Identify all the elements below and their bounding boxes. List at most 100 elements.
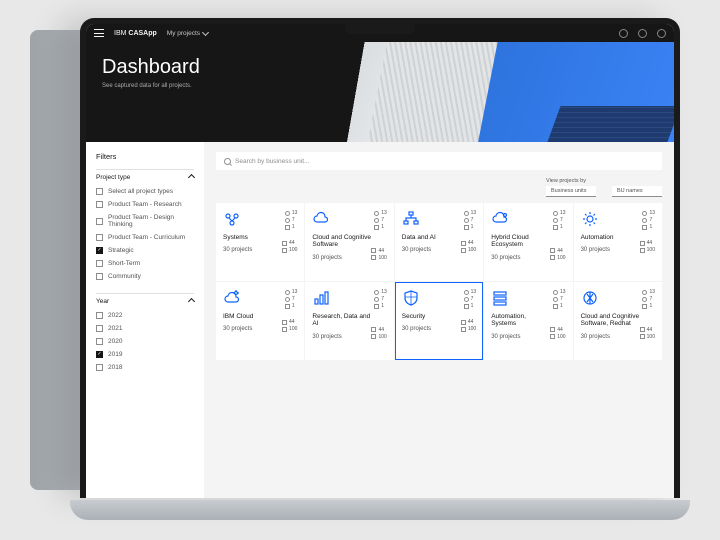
project-card[interactable]: 1371Cloud and Cognitive Software30 proje… [305, 203, 393, 281]
circle-icon [581, 289, 599, 307]
view-by-select[interactable]: Business units [546, 186, 596, 197]
filter-group-year: Year 2022 202120202019 2018 [96, 293, 194, 374]
page-title: Dashboard [102, 56, 658, 79]
project-card[interactable]: 1371 Automation 30 projects 44100 [574, 203, 662, 281]
my-projects-link[interactable]: My projects [167, 30, 208, 37]
checkbox-icon [96, 364, 103, 371]
search-top-icon[interactable] [619, 29, 628, 38]
card-stats-top: 1371 [642, 210, 655, 230]
checkbox-icon [96, 234, 103, 241]
card-stats-top: 1371 [374, 289, 387, 309]
filter-group-project-type: Project type Select all project types Pro… [96, 169, 194, 283]
menu-icon[interactable] [94, 29, 104, 37]
chevron-up-icon [188, 174, 195, 181]
card-project-count: 30 projects [402, 247, 436, 253]
filter-checkbox-item[interactable]: 2018 [96, 361, 194, 374]
user-avatar-icon[interactable] [657, 29, 666, 38]
filter-checkbox-item[interactable]: 2021 [96, 322, 194, 335]
card-title: Hybrid Cloud Ecosystem [491, 234, 550, 249]
card-project-count: 30 projects [491, 334, 550, 340]
project-card[interactable]: 1371Automation, Systems30 projects44100 [484, 282, 572, 360]
filter-group-head-year[interactable]: Year [96, 293, 194, 309]
help-icon[interactable] [638, 29, 647, 38]
filter-label: 2018 [108, 364, 122, 371]
card-project-count: 30 projects [581, 247, 614, 253]
card-stats-bottom: 44100 [371, 327, 386, 340]
card-stats-bottom: 44100 [282, 240, 297, 253]
search-placeholder: Search by business unit... [235, 158, 309, 165]
filter-checkbox-item[interactable]: Product Team - Curriculum [96, 231, 194, 244]
project-card[interactable]: 1371Hybrid Cloud Ecosystem30 projects441… [484, 203, 572, 281]
app-screen: IBM CASApp My projects Dashboard See cap… [86, 24, 674, 498]
checkbox-icon [96, 247, 103, 254]
filter-checkbox-item[interactable]: Short-Term [96, 257, 194, 270]
filter-checkbox-item[interactable]: Product Team - Research [96, 198, 194, 211]
card-stats-top: 1371 [553, 289, 566, 309]
project-card[interactable]: 1371 Data and AI 30 projects 44100 [395, 203, 483, 281]
checkbox-icon [96, 325, 103, 332]
filter-label: Community [108, 273, 141, 280]
hero-building-graphic [368, 42, 498, 142]
project-card[interactable]: 1371Research, Data and AI 30 projects4410… [305, 282, 393, 360]
camera-notch [345, 24, 415, 34]
card-title: Automation [581, 234, 614, 241]
hero-solar-graphic [547, 106, 674, 142]
bars-icon [312, 289, 330, 307]
checkbox-icon [96, 260, 103, 267]
view-by-label: View projects by [546, 178, 596, 184]
filter-checkbox-item[interactable]: Product Team - Design Thinking [96, 211, 194, 231]
tree-icon [402, 210, 420, 228]
laptop-base [70, 500, 690, 520]
checkbox-icon [96, 188, 103, 195]
card-project-count: 30 projects [312, 255, 371, 261]
project-card[interactable]: 1371Security30 projects44100 [395, 282, 483, 360]
chevron-down-icon [202, 28, 209, 35]
filter-label: Product Team - Curriculum [108, 234, 185, 241]
filter-checkbox-item[interactable]: Community [96, 270, 194, 283]
sort-select[interactable]: BU names [612, 186, 662, 197]
card-stats-bottom: 44100 [282, 319, 297, 332]
card-stats-top: 1371 [464, 210, 477, 230]
card-stats-top: 1371 [642, 289, 655, 309]
sun-icon [223, 289, 241, 307]
checkbox-icon [96, 201, 103, 208]
card-title: Data and AI [402, 234, 436, 241]
filter-label: 2022 [108, 312, 122, 319]
filters-title: Filters [96, 152, 194, 161]
checkbox-icon [96, 273, 103, 280]
card-project-count: 30 projects [223, 247, 252, 253]
filter-label: Product Team - Research [108, 201, 182, 208]
project-card[interactable]: 1371 IBM Cloud 30 projects 44100 [216, 282, 304, 360]
filter-checkbox-item[interactable]: 2020 [96, 335, 194, 348]
checkbox-icon [96, 312, 103, 319]
card-project-count: 30 projects [223, 326, 253, 332]
card-title: Automation, Systems [491, 313, 550, 328]
project-card[interactable]: 1371Systems30 projects44100 [216, 203, 304, 281]
brand: IBM CASApp [114, 30, 157, 37]
card-stats-bottom: 44100 [371, 248, 386, 261]
card-stats-top: 1371 [285, 289, 298, 309]
filters-sidebar: Filters Project type Select all project … [86, 142, 204, 498]
filter-checkbox-item[interactable]: 2022 [96, 309, 194, 322]
chevron-up-icon [188, 298, 195, 305]
card-stats-bottom: 44100 [461, 240, 476, 253]
card-project-count: 30 projects [312, 334, 371, 340]
project-card[interactable]: 1371Cloud and Cognitive Software, Redhat… [574, 282, 662, 360]
filter-label: Select all project types [108, 188, 173, 195]
filter-label: Strategic [108, 247, 134, 254]
card-title: IBM Cloud [223, 313, 253, 320]
search-input[interactable]: Search by business unit... [216, 152, 662, 170]
filter-checkbox-item[interactable]: Strategic [96, 244, 194, 257]
card-project-count: 30 projects [581, 334, 640, 340]
filter-group-head-project-type[interactable]: Project type [96, 169, 194, 185]
card-title: Research, Data and AI [312, 313, 371, 328]
card-stats-bottom: 44100 [461, 319, 476, 332]
gear-icon [581, 210, 599, 228]
filter-checkbox-item[interactable]: 2019 [96, 348, 194, 361]
hero-banner: Dashboard See captured data for all proj… [86, 42, 674, 142]
main-content: Search by business unit... View projects… [204, 142, 674, 498]
card-stats-top: 1371 [553, 210, 566, 230]
filter-checkbox-item[interactable]: Select all project types [96, 185, 194, 198]
filter-label: Product Team - Design Thinking [108, 214, 194, 228]
card-stats-bottom: 44100 [640, 240, 655, 253]
